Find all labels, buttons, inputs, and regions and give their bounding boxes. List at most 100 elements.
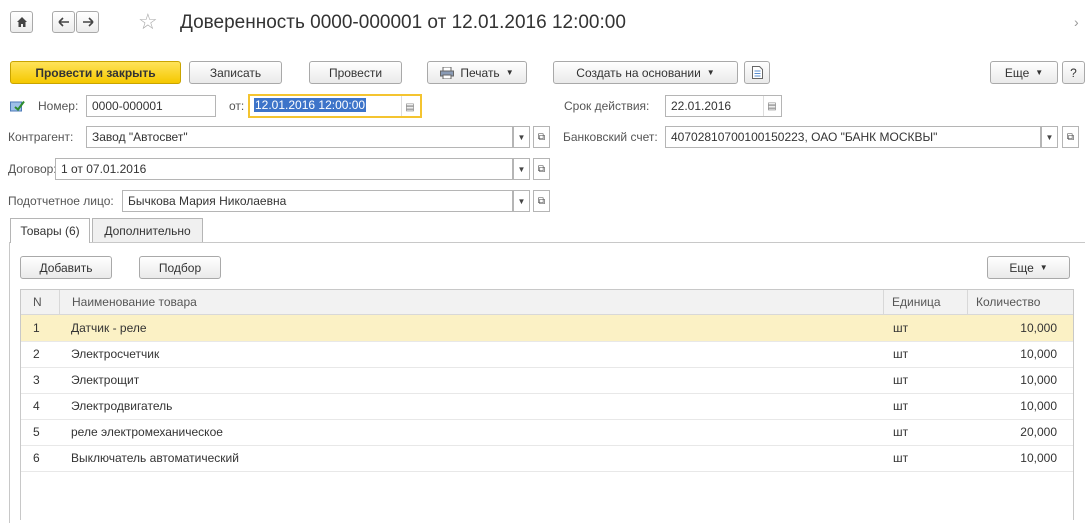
close-icon[interactable]: › [1074,14,1079,30]
column-header-name[interactable]: Наименование товара [59,290,883,314]
date-label: от: [229,99,245,113]
table-row[interactable]: 1 Датчик - реле шт 10,000 [21,315,1073,342]
accountable-field[interactable]: Бычкова Мария Николаевна [122,190,513,212]
row-name: Электрощит [71,373,140,387]
more-label: Еще [1004,65,1030,80]
number-field[interactable]: 0000-000001 [86,95,216,117]
post-and-close-button[interactable]: Провести и закрыть [10,61,181,84]
arrow-left-icon [57,17,69,27]
row-qty: 20,000 [1020,425,1057,439]
contractor-open-icon[interactable]: ⧉ [533,126,550,148]
valid-until-field[interactable]: 22.01.2016 ▤ [665,95,782,117]
column-header-unit[interactable]: Единица [883,290,967,314]
calendar-icon[interactable]: ▤ [763,96,780,116]
bank-account-field[interactable]: 40702810700100150223, ОАО "БАНК МОСКВЫ" [665,126,1041,148]
table-more-label: Еще [1009,260,1034,275]
bank-account-open-icon[interactable]: ⧉ [1062,126,1079,148]
row-unit: шт [893,451,909,465]
create-based-on-label: Создать на основании [576,65,701,80]
date-value: 12.01.2016 12:00:00 [254,98,367,112]
print-label: Печать [460,65,500,80]
more-button[interactable]: Еще ▼ [990,61,1058,84]
accountable-dropdown[interactable]: ▼ [513,190,530,212]
table-row[interactable]: 5 реле электромеханическое шт 20,000 [21,419,1073,446]
tab-goods-label: Товары (6) [20,224,80,238]
chevron-down-icon: ▼ [706,68,715,77]
contract-dropdown[interactable]: ▼ [513,158,530,180]
table-row[interactable]: 4 Электродвигатель шт 10,000 [21,393,1073,420]
back-button[interactable] [52,11,75,33]
contract-label: Договор: [8,162,57,176]
row-name: реле электромеханическое [71,425,223,439]
printer-icon [440,66,455,79]
column-header-n[interactable]: N [21,290,59,314]
home-icon [16,17,27,27]
save-label: Записать [209,65,262,80]
valid-until-label: Срок действия: [564,99,650,113]
post-label: Провести [328,65,383,80]
arrow-right-icon [82,17,94,27]
create-based-on-button[interactable]: Создать на основании ▼ [553,61,738,84]
row-number: 5 [33,425,40,439]
accountable-label: Подотчетное лицо: [8,194,114,208]
row-qty: 10,000 [1020,373,1057,387]
row-number: 4 [33,399,40,413]
number-label: Номер: [38,99,79,113]
save-button[interactable]: Записать [189,61,282,84]
row-unit: шт [893,347,909,361]
date-field[interactable]: 12.01.2016 12:00:00 ▤ [248,94,422,118]
row-name: Выключатель автоматический [71,451,239,465]
row-qty: 10,000 [1020,451,1057,465]
row-unit: шт [893,373,909,387]
add-label: Добавить [39,260,93,275]
valid-until-value: 22.01.2016 [671,99,732,113]
row-name: Электросчетчик [71,347,160,361]
forward-button[interactable] [76,11,99,33]
table-row[interactable]: 2 Электросчетчик шт 10,000 [21,341,1073,368]
tab-additional-label: Дополнительно [104,223,191,238]
report-button[interactable] [744,61,770,84]
table-header: N Наименование товара Единица Количество [21,290,1073,315]
home-button[interactable] [10,11,33,33]
row-unit: шт [893,399,909,413]
row-qty: 10,000 [1020,321,1057,335]
table-row[interactable]: 3 Электрощит шт 10,000 [21,367,1073,394]
calendar-icon[interactable]: ▤ [401,96,418,116]
tab-additional[interactable]: Дополнительно [92,218,203,242]
add-button[interactable]: Добавить [20,256,112,279]
contract-open-icon[interactable]: ⧉ [533,158,550,180]
chevron-down-icon: ▼ [505,68,514,77]
row-number: 6 [33,451,40,465]
chevron-down-icon: ▼ [1039,263,1048,272]
row-number: 3 [33,373,40,387]
help-label: ? [1070,65,1077,80]
row-number: 2 [33,347,40,361]
pick-label: Подбор [158,260,202,275]
table-row[interactable]: 6 Выключатель автоматический шт 10,000 [21,445,1073,472]
row-qty: 10,000 [1020,399,1057,413]
table-more-button[interactable]: Еще ▼ [987,256,1070,279]
bank-account-dropdown[interactable]: ▼ [1041,126,1058,148]
page-title: Доверенность 0000-000001 от 12.01.2016 1… [180,12,626,33]
row-unit: шт [893,321,909,335]
pick-button[interactable]: Подбор [139,256,221,279]
document-icon [751,66,763,79]
contractor-dropdown[interactable]: ▼ [513,126,530,148]
row-qty: 10,000 [1020,347,1057,361]
contractor-field[interactable]: Завод "Автосвет" [86,126,513,148]
accountable-open-icon[interactable]: ⧉ [533,190,550,212]
column-header-qty[interactable]: Количество [967,290,1073,314]
row-name: Электродвигатель [71,399,173,413]
row-unit: шт [893,425,909,439]
document-status-icon [10,100,25,112]
row-name: Датчик - реле [71,321,147,335]
post-button[interactable]: Провести [309,61,402,84]
goods-table[interactable]: N Наименование товара Единица Количество… [20,289,1074,520]
help-button[interactable]: ? [1062,61,1085,84]
chevron-down-icon: ▼ [1035,68,1044,77]
tab-goods[interactable]: Товары (6) [10,218,90,243]
contract-field[interactable]: 1 от 07.01.2016 [55,158,513,180]
print-button[interactable]: Печать ▼ [427,61,527,84]
star-icon[interactable]: ☆ [138,9,158,35]
row-number: 1 [33,321,40,335]
